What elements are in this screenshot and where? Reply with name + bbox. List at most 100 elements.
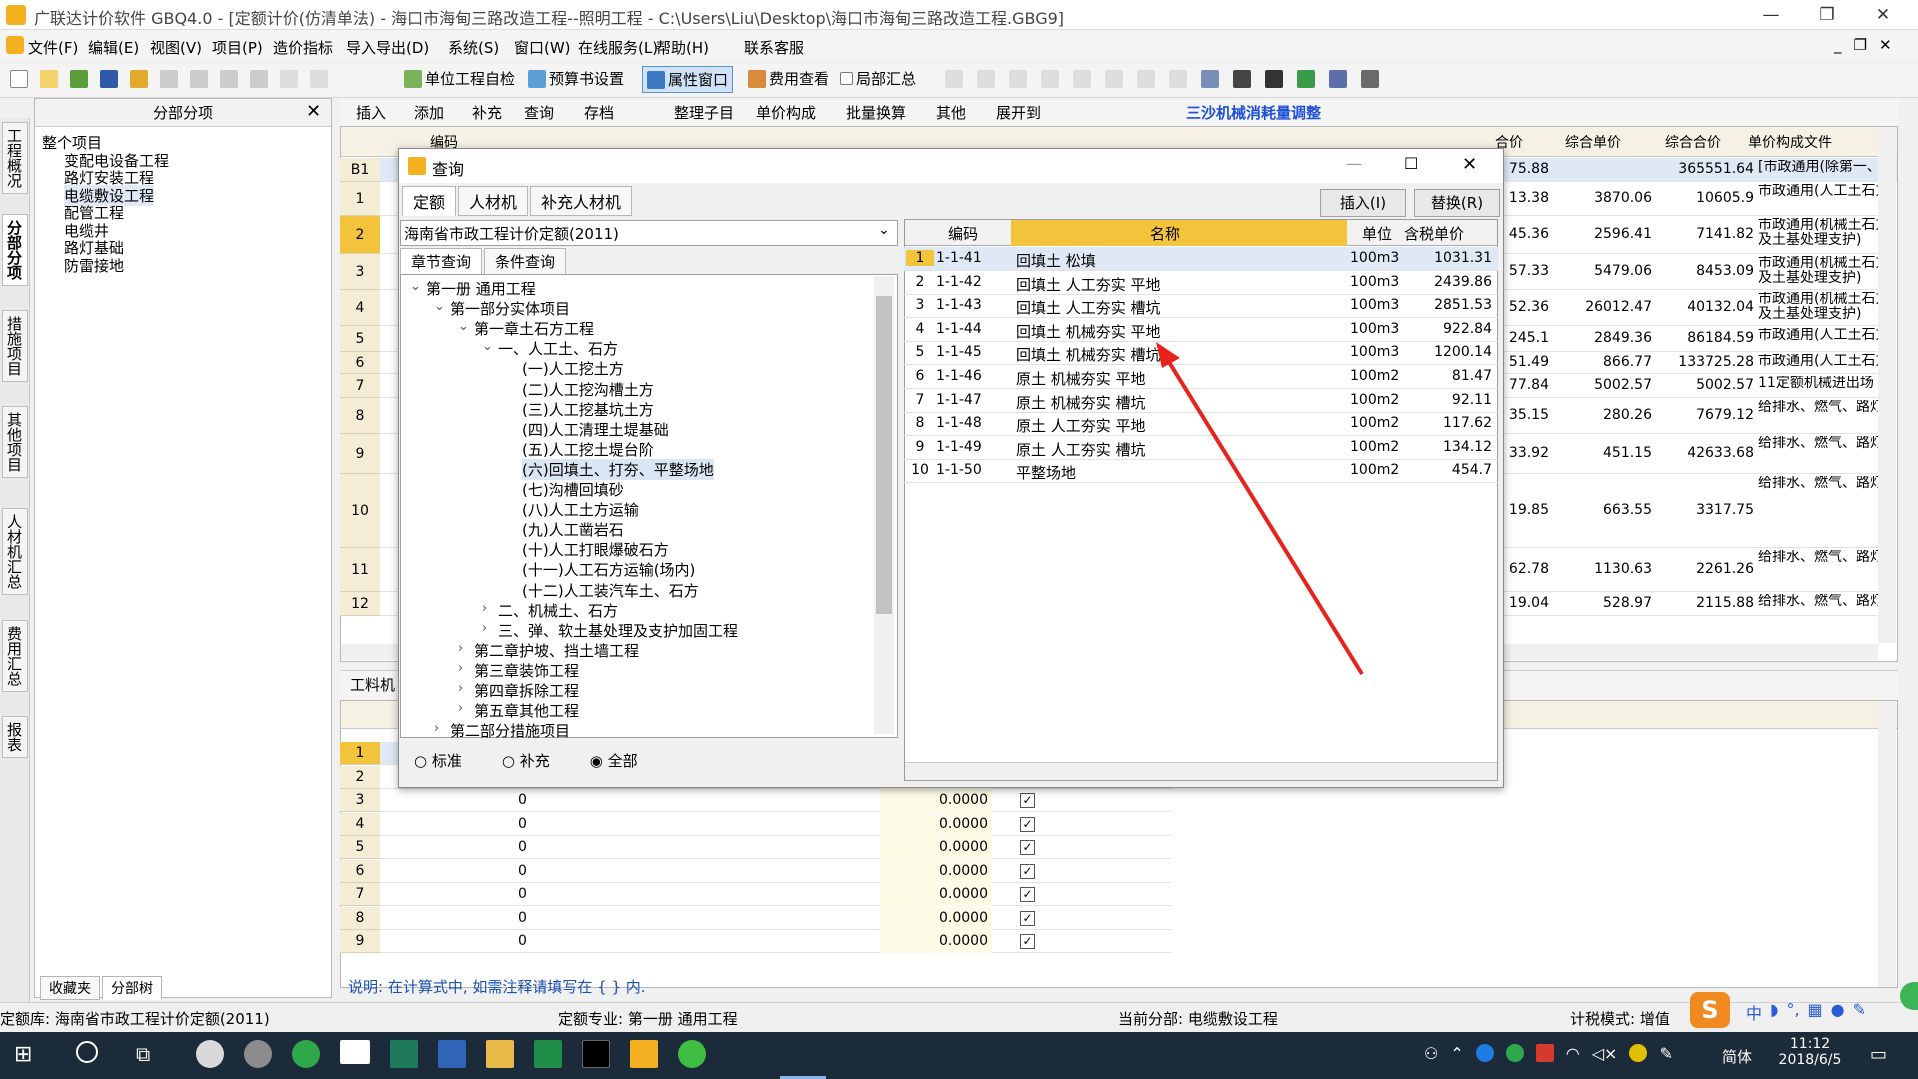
tree-expander-icon[interactable]: › bbox=[458, 641, 463, 656]
cut-icon[interactable] bbox=[160, 70, 178, 88]
save-as-icon[interactable] bbox=[130, 70, 148, 88]
checkbox-checked-icon[interactable]: ✓ bbox=[1020, 816, 1035, 832]
chapter-tree-item[interactable]: (五)人工挖土堤台阶 bbox=[522, 439, 654, 460]
ime-toolbar[interactable]: 中 ◗ °, ▦ ● ✎ bbox=[1746, 1000, 1866, 1024]
tray-app4-icon[interactable] bbox=[1629, 1044, 1648, 1062]
chapter-tree-item[interactable]: (十二)人工装汽车土、石方 bbox=[522, 580, 699, 601]
grid-toolbar-item-5[interactable]: 整理子目 bbox=[674, 102, 734, 123]
paste-icon[interactable] bbox=[220, 70, 238, 88]
chapter-tree-item[interactable]: 第五章其他工程 bbox=[474, 700, 579, 721]
chapter-tree-item[interactable]: 第二章护坡、挡土墙工程 bbox=[474, 640, 639, 661]
checkbox-checked-icon[interactable]: ✓ bbox=[1020, 793, 1035, 808]
restore-button[interactable]: ❐ bbox=[1804, 2, 1850, 28]
result-row[interactable] bbox=[904, 271, 1498, 295]
grid-toolbar-item-3[interactable]: 查询 bbox=[524, 102, 554, 123]
clock[interactable]: 11:12 2018/6/5 bbox=[1770, 1036, 1850, 1068]
grid-toolbar-item-6[interactable]: 单价构成 bbox=[756, 102, 816, 123]
dialog-close-button[interactable]: ✕ bbox=[1462, 154, 1477, 175]
property-window-button[interactable]: 属性窗口 bbox=[642, 66, 734, 93]
cad-bim-app-icon[interactable] bbox=[438, 1040, 466, 1068]
ime-lang[interactable]: 简体 bbox=[1722, 1046, 1752, 1067]
chapter-tree-item[interactable]: 二、机械土、石方 bbox=[498, 600, 618, 621]
minimize-button[interactable]: — bbox=[1748, 2, 1794, 28]
grid-toolbar-item-10[interactable]: 三沙机械消耗量调整 bbox=[1186, 102, 1321, 123]
excel-app-icon[interactable] bbox=[534, 1040, 562, 1068]
terminal-app-icon[interactable] bbox=[582, 1040, 610, 1068]
tab-condition-query[interactable]: 条件查询 bbox=[484, 248, 567, 275]
tree-expander-icon[interactable]: ⌄ bbox=[434, 299, 445, 314]
book-icon[interactable] bbox=[1297, 70, 1315, 88]
menu-item-1[interactable]: 编辑(E) bbox=[88, 37, 139, 58]
tray-app3-icon[interactable] bbox=[1535, 1044, 1554, 1062]
chart-icon[interactable] bbox=[1329, 70, 1347, 88]
menu-item-4[interactable]: 造价指标 bbox=[273, 37, 333, 58]
tree-item[interactable]: 防雷接地 bbox=[64, 255, 124, 276]
chapter-tree-item[interactable]: 第二部分措施项目 bbox=[450, 720, 570, 741]
cad-app-icon[interactable] bbox=[390, 1040, 418, 1068]
result-hscrollbar[interactable] bbox=[905, 762, 1497, 780]
menu-item-10[interactable]: 联系客服 bbox=[744, 37, 804, 58]
formula-icon[interactable] bbox=[1233, 70, 1251, 88]
pinwheel-app-icon[interactable] bbox=[196, 1040, 224, 1068]
side-tab-2[interactable]: 措施项目 bbox=[2, 310, 28, 382]
volume-icon[interactable]: ◁× bbox=[1592, 1044, 1618, 1063]
chapter-tree-item[interactable]: 一、人工土、石方 bbox=[498, 338, 618, 359]
tray-chevron-icon[interactable]: ⌃ bbox=[1450, 1044, 1463, 1063]
left-icon[interactable] bbox=[1073, 70, 1091, 88]
grid-toolbar-item-2[interactable]: 补充 bbox=[472, 102, 502, 123]
lower-row[interactable] bbox=[341, 883, 1171, 906]
grid-toolbar-item-8[interactable]: 其他 bbox=[936, 102, 966, 123]
grid-toolbar-item-9[interactable]: 展开到 bbox=[996, 102, 1041, 123]
lower-row[interactable] bbox=[341, 906, 1171, 930]
fee-view-button[interactable]: 费用查看 bbox=[748, 68, 829, 89]
chapter-tree-item[interactable]: (九)人工凿岩石 bbox=[522, 519, 624, 540]
panel-icon[interactable] bbox=[1361, 70, 1379, 88]
replace-button[interactable]: 替换(R) bbox=[1414, 189, 1500, 217]
tree-expander-icon[interactable]: › bbox=[458, 701, 463, 716]
prev-icon[interactable] bbox=[977, 70, 995, 88]
chapter-tree-item[interactable]: 第一部分实体项目 bbox=[450, 298, 570, 319]
up-icon[interactable] bbox=[1137, 70, 1155, 88]
people-icon[interactable]: ⚇ bbox=[1424, 1044, 1438, 1063]
delete-icon[interactable] bbox=[250, 70, 268, 88]
grid-toolbar-item-0[interactable]: 插入 bbox=[356, 102, 386, 123]
notification-icon[interactable]: ▭ bbox=[1870, 1044, 1887, 1065]
grid-toolbar-item-7[interactable]: 批量换算 bbox=[846, 102, 906, 123]
budget-settings-button[interactable]: 预算书设置 bbox=[528, 68, 624, 89]
chapter-tree-item[interactable]: (三)人工挖基坑土方 bbox=[522, 399, 654, 420]
checkbox-checked-icon[interactable]: ✓ bbox=[1020, 887, 1035, 902]
chapter-tree-item[interactable]: (八)人工土方运输 bbox=[522, 499, 639, 520]
tree-expander-icon[interactable]: › bbox=[458, 681, 463, 696]
side-tab-1[interactable]: 分部分项 bbox=[2, 214, 28, 286]
tree-scroll-thumb[interactable] bbox=[876, 296, 892, 614]
tree-expander-icon[interactable]: › bbox=[482, 601, 487, 616]
side-tab-0[interactable]: 工程概况 bbox=[2, 122, 28, 194]
result-row[interactable] bbox=[904, 318, 1498, 342]
menu-item-6[interactable]: 系统(S) bbox=[448, 37, 499, 58]
tab-labor-material-machine[interactable]: 人材机 bbox=[458, 186, 529, 216]
tab-labor-material[interactable]: 工料机 bbox=[350, 674, 395, 695]
side-tab-4[interactable]: 人材机汇总 bbox=[2, 508, 28, 595]
dialog-maximize-button[interactable]: ☐ bbox=[1404, 154, 1418, 173]
pilcrow-icon[interactable] bbox=[1265, 70, 1283, 88]
start-windows-icon[interactable]: ⊞ bbox=[14, 1042, 32, 1067]
checkbox-checked-icon[interactable]: ✓ bbox=[1020, 863, 1035, 879]
folder-app-icon[interactable] bbox=[486, 1040, 514, 1068]
checkbox-checked-icon[interactable]: ✓ bbox=[1020, 910, 1035, 926]
pen-icon[interactable]: ✎ bbox=[1659, 1044, 1672, 1063]
result-row[interactable] bbox=[904, 294, 1498, 319]
last-icon[interactable] bbox=[1041, 70, 1059, 88]
grid-toolbar-item-1[interactable]: 添加 bbox=[414, 102, 444, 123]
menu-item-0[interactable]: 文件(F) bbox=[28, 37, 78, 58]
next-icon[interactable] bbox=[1009, 70, 1027, 88]
tab-chapter-query[interactable]: 章节查询 bbox=[400, 248, 483, 275]
chapter-tree-item[interactable]: (七)沟槽回填砂 bbox=[522, 479, 624, 500]
mail-app-icon[interactable] bbox=[340, 1040, 370, 1064]
tray-app2-icon[interactable] bbox=[1505, 1044, 1524, 1062]
tab-quota[interactable]: 定额 bbox=[402, 186, 457, 216]
calculator-icon[interactable] bbox=[1201, 70, 1219, 88]
chapter-tree-item[interactable]: (十一)人工石方运输(场内) bbox=[522, 559, 695, 580]
side-tab-6[interactable]: 报表 bbox=[2, 716, 28, 758]
menu-item-8[interactable]: 在线服务(L) bbox=[578, 37, 658, 58]
chapter-tree-item[interactable]: 三、弹、软土基处理及支护加固工程 bbox=[498, 620, 738, 641]
